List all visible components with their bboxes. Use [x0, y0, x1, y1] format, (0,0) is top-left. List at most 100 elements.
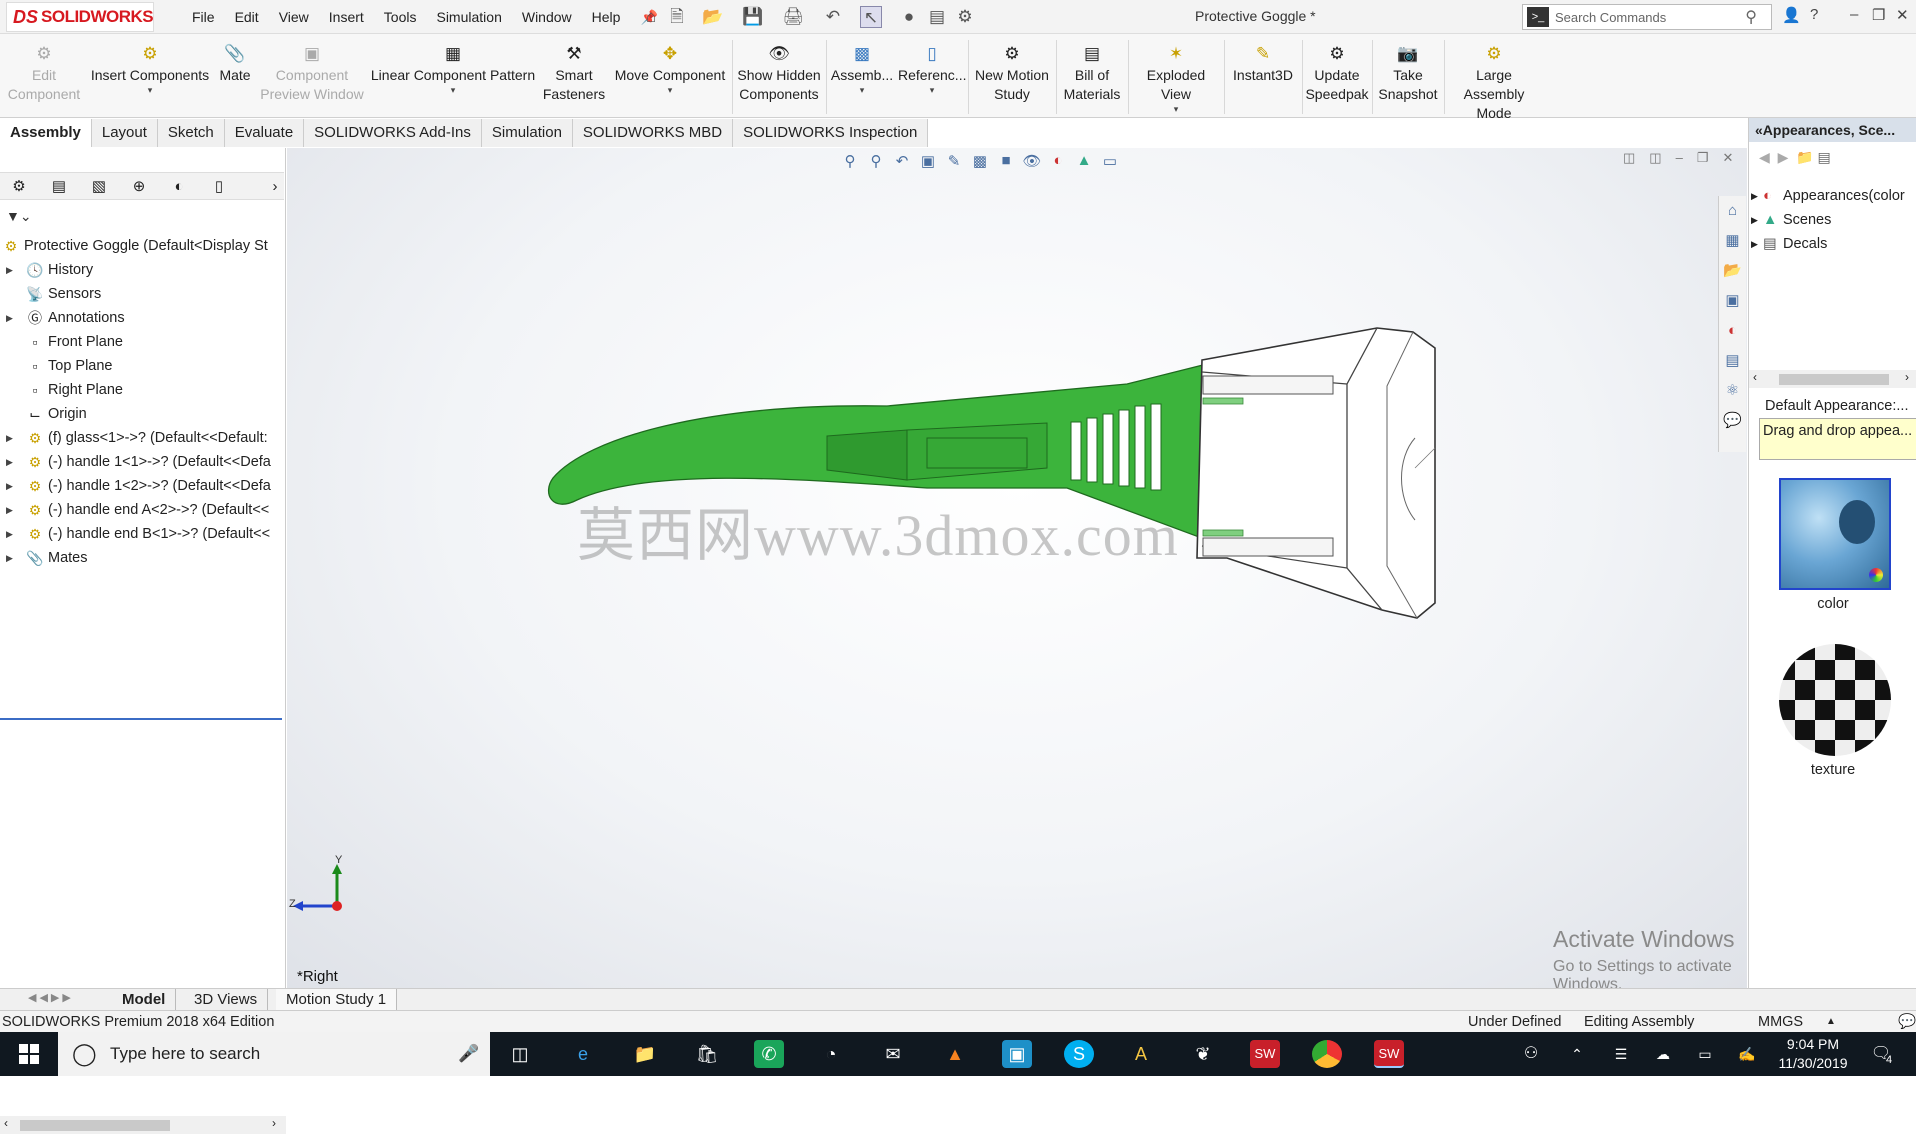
back-icon[interactable]: ◀ [1759, 149, 1770, 165]
menu-file[interactable]: File [182, 9, 225, 25]
tab-evaluate[interactable]: Evaluate [224, 119, 305, 147]
custom-properties-icon[interactable]: ▤ [1719, 346, 1746, 376]
save-icon[interactable]: 💾 [742, 6, 764, 28]
tray-chevron-up-icon[interactable]: ⌃ [1562, 1040, 1592, 1068]
edge-icon[interactable]: e [568, 1040, 598, 1068]
tab-solidworks-mbd[interactable]: SOLIDWORKS MBD [572, 119, 734, 147]
tab-simulation[interactable]: Simulation [481, 119, 573, 147]
people-icon[interactable]: ⚇ [1516, 1040, 1546, 1068]
expand-arrow-icon[interactable]: ▶ [6, 426, 13, 450]
expand-arrow-icon[interactable]: ▶ [1751, 184, 1758, 208]
tree-item-front-plane[interactable]: ▫ Front Plane [0, 330, 284, 354]
vlc-icon[interactable]: ▲ [940, 1040, 970, 1068]
expand-arrow-icon[interactable]: ▶ [1751, 232, 1758, 256]
tree-item-sensors[interactable]: 📡 Sensors [0, 282, 284, 306]
units-chevron-up-icon[interactable]: ▲ [1826, 1011, 1836, 1033]
cloud-sync-icon[interactable]: ☁ [1648, 1040, 1678, 1068]
store-icon[interactable]: 🛍 [692, 1040, 722, 1068]
tree-item-handle-1-1[interactable]: ▶ ⚙ (-) handle 1<1>->? (Default<<Defa [0, 450, 284, 474]
glass-part[interactable] [1196, 327, 1436, 619]
home-icon[interactable]: ⌂ [640, 6, 662, 28]
solidworks-resources-icon[interactable]: ⌂ [1719, 196, 1746, 226]
restore-icon[interactable]: ❐ [1872, 6, 1885, 24]
camera-app-icon[interactable]: ▣ [1002, 1040, 1032, 1068]
tab-solidworks-add-ins[interactable]: SOLIDWORKS Add-Ins [304, 119, 482, 147]
options-gear-icon[interactable]: ⚙ [954, 6, 976, 28]
collapse-icon[interactable]: « [1755, 122, 1763, 138]
menu-tools[interactable]: Tools [374, 9, 427, 25]
mate-button[interactable]: 📎 Mate [214, 36, 256, 116]
linear-component-pattern-button[interactable]: ▦ Linear Component Pattern ▾ [368, 36, 538, 116]
graphics-area[interactable]: ⚲ ⚲ ↶ ▣ ✎ ▩ ■ 👁 ◐ ▲ ▭ ◫ ◫ – ❐ ✕ 莫西网www.3… [287, 148, 1747, 993]
menu-insert[interactable]: Insert [319, 9, 374, 25]
menu-simulation[interactable]: Simulation [426, 9, 511, 25]
cam-manager-icon[interactable]: ▯ [208, 177, 230, 197]
new-document-icon[interactable]: 🗎 [666, 6, 688, 28]
comments-icon[interactable]: 💬 [1719, 406, 1746, 436]
tab-solidworks-inspection[interactable]: SOLIDWORKS Inspection [733, 119, 929, 147]
undo-icon[interactable]: ↶ [822, 6, 844, 28]
reference-geometry-button[interactable]: ▯ Referenc... ▾ [898, 36, 966, 116]
solidworks-logo[interactable]: DS SOLIDWORKS [6, 2, 154, 32]
rebuild-icon[interactable]: ● [898, 6, 920, 28]
exploded-view-button[interactable]: ✶ Exploded View ▾ [1130, 36, 1222, 116]
menu-edit[interactable]: Edit [225, 9, 269, 25]
color-swatch[interactable] [1779, 478, 1891, 590]
rollback-bar[interactable] [0, 718, 282, 720]
library-icon[interactable]: ▤ [1817, 149, 1830, 165]
solidworks-forum-icon[interactable]: ⚛ [1719, 376, 1746, 406]
tree-item-handle-end-b[interactable]: ▶ ⚙ (-) handle end B<1>->? (Default<< [0, 522, 284, 546]
chevron-right-icon[interactable]: › [264, 177, 286, 197]
configuration-manager-icon[interactable]: ▧ [88, 177, 110, 197]
tab-3d-views[interactable]: 3D Views [184, 989, 269, 1010]
tree-item-handle-1-2[interactable]: ▶ ⚙ (-) handle 1<2>->? (Default<<Defa [0, 474, 284, 498]
whatsapp-icon[interactable]: ✆ [754, 1040, 784, 1068]
chrome-icon[interactable] [1312, 1040, 1342, 1068]
add-folder-icon[interactable]: 📁 [1796, 149, 1813, 165]
insert-components-button[interactable]: ⚙ Insert Components ▾ [88, 36, 212, 116]
solidworks-active-icon[interactable]: SW [1374, 1040, 1404, 1068]
solidworks-2018-icon[interactable]: SW [1250, 1040, 1280, 1068]
feature-manager-icon[interactable]: ⚙ [8, 177, 30, 197]
show-hidden-components-button[interactable]: 👁 Show Hidden Components [734, 36, 824, 116]
start-button[interactable] [0, 1032, 58, 1076]
tree-item-annotations[interactable]: ▶ Ⓖ Annotations [0, 306, 284, 330]
new-motion-study-button[interactable]: ⚙ New Motion Study [970, 36, 1054, 116]
rebuild-status-icon[interactable]: 💬 [1898, 1011, 1916, 1033]
scroll-thumb[interactable] [1779, 374, 1889, 385]
expand-arrow-icon[interactable]: ▶ [6, 258, 13, 282]
large-assembly-mode-button[interactable]: ⚙ Large Assembly Mode [1446, 36, 1542, 121]
tab-assembly[interactable]: Assembly [0, 119, 92, 147]
design-library-icon[interactable]: ▦ [1719, 226, 1746, 256]
component-preview-window-button[interactable]: ▣ Component Preview Window [258, 36, 366, 116]
pen-workspace-icon[interactable]: ✍ [1732, 1040, 1762, 1068]
update-speedpak-button[interactable]: ⚙ Update Speedpak [1304, 36, 1370, 116]
tab-model[interactable]: Model [112, 989, 177, 1010]
minimize-icon[interactable]: – [1850, 6, 1858, 23]
expand-arrow-icon[interactable]: ▶ [6, 306, 13, 330]
solidworks-launcher-icon[interactable]: ❦ [1188, 1040, 1218, 1068]
close-icon[interactable]: ✕ [1896, 6, 1909, 24]
view-palette-icon[interactable]: ▣ [1719, 286, 1746, 316]
expand-arrow-icon[interactable]: ▶ [6, 522, 13, 546]
expand-arrow-icon[interactable]: ▶ [6, 450, 13, 474]
system-clock[interactable]: 9:04 PM 11/30/2019 [1768, 1035, 1858, 1073]
bill-of-materials-button[interactable]: ▤ Bill of Materials [1058, 36, 1126, 116]
instant3d-button[interactable]: ✎ Instant3D [1226, 36, 1300, 116]
autocad-icon[interactable]: A [1126, 1040, 1156, 1068]
taskbar-search-field[interactable]: ◯ Type here to search 🎤 [58, 1032, 490, 1076]
expand-arrow-icon[interactable]: ▶ [6, 546, 13, 570]
task-pane-scrollbar[interactable]: ‹ › [1749, 370, 1916, 388]
microphone-icon[interactable]: 🎤 [458, 1032, 479, 1076]
menu-help[interactable]: Help [582, 9, 631, 25]
move-component-button[interactable]: ✥ Move Component ▾ [610, 36, 730, 116]
user-icon[interactable]: 👤 [1782, 6, 1801, 24]
tree-item-origin[interactable]: ⌙ Origin [0, 402, 284, 426]
skype-icon[interactable]: S [1064, 1040, 1094, 1068]
tree-horizontal-scrollbar[interactable]: ‹ › [0, 1116, 286, 1134]
tab-scroll-arrows-icon[interactable]: ◀◀▶▶ [28, 991, 74, 1004]
dimxpert-icon[interactable]: ⊕ [128, 177, 150, 197]
appearances-tab-icon[interactable]: ◐ [1719, 316, 1746, 346]
smart-fasteners-button[interactable]: ⚒ Smart Fasteners [540, 36, 608, 116]
menu-window[interactable]: Window [512, 9, 582, 25]
